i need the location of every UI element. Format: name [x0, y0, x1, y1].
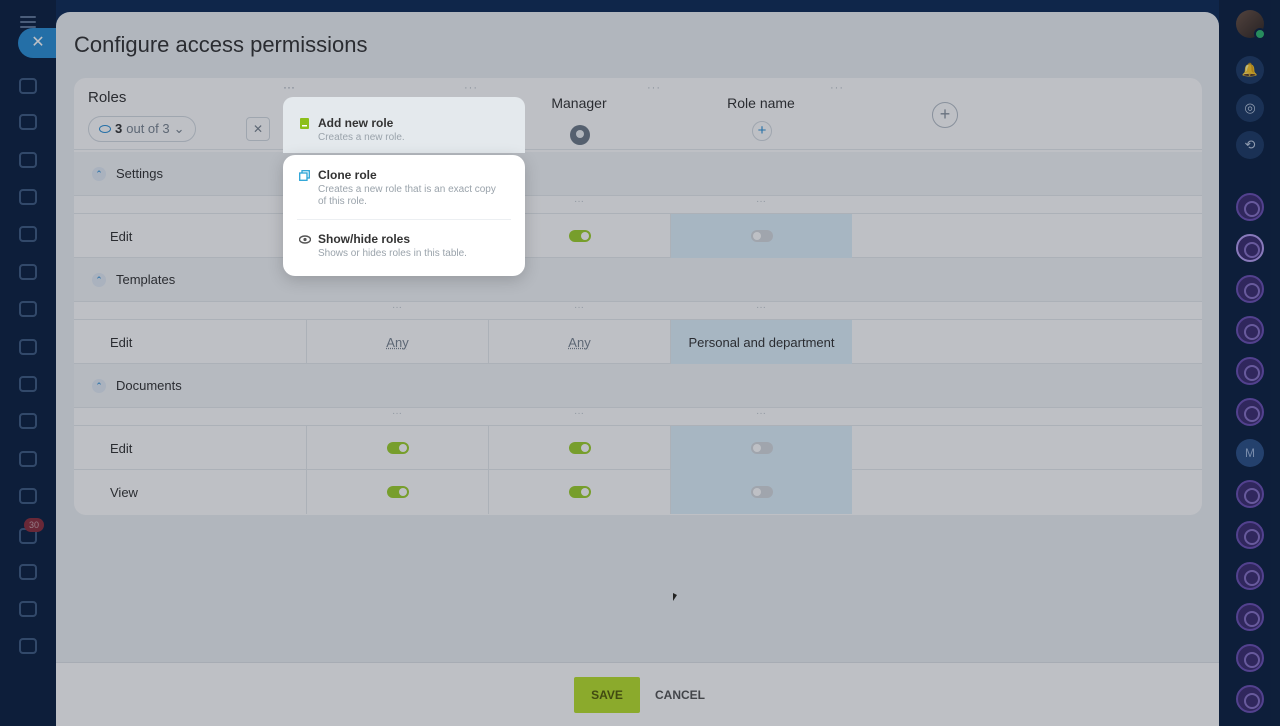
- menu-item-clone-role[interactable]: Clone role Creates a new role that is an…: [283, 155, 525, 217]
- menu-item-description: Creates a new role that is an exact copy…: [318, 184, 496, 207]
- menu-item-title: Show/hide roles: [318, 232, 411, 246]
- menu-item-show-hide-roles[interactable]: Show/hide roles Shows or hides roles in …: [283, 221, 525, 273]
- add-role-icon: [300, 118, 309, 129]
- menu-divider: [297, 219, 511, 220]
- column-actions-menu: Add new role Creates a new role. Clone r…: [283, 97, 525, 276]
- menu-item-add-new-role[interactable]: Add new role Creates a new role.: [283, 97, 525, 153]
- menu-backdrop[interactable]: [0, 0, 1280, 726]
- menu-item-description: Shows or hides roles in this table.: [318, 248, 467, 259]
- clone-icon: [299, 170, 310, 181]
- menu-item-title: Add new role: [318, 116, 394, 130]
- mouse-cursor-icon: [673, 593, 677, 601]
- eye-icon: [299, 235, 311, 244]
- menu-item-title: Clone role: [318, 168, 377, 182]
- menu-popup: Clone role Creates a new role that is an…: [283, 155, 525, 276]
- menu-item-description: Creates a new role.: [318, 132, 405, 143]
